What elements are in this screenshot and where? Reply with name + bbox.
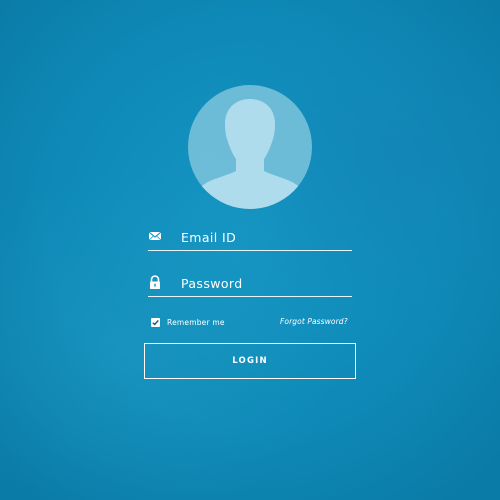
login-panel: Remember me Forgot Password? LOGIN <box>0 0 500 500</box>
forgot-password-link[interactable]: Forgot Password? <box>280 316 348 328</box>
checkbox-box[interactable] <box>151 317 160 327</box>
email-field <box>148 220 352 251</box>
login-button[interactable]: LOGIN <box>144 343 356 379</box>
remember-me-checkbox[interactable]: Remember me <box>151 316 225 328</box>
remember-me-label: Remember me <box>167 317 225 327</box>
padlock-icon <box>148 275 162 289</box>
envelope-icon <box>148 229 162 243</box>
email-input[interactable] <box>181 227 349 247</box>
user-silhouette-icon <box>192 99 308 209</box>
avatar <box>188 85 312 209</box>
password-field <box>148 266 352 297</box>
password-input[interactable] <box>181 273 349 293</box>
checkmark-icon <box>152 319 159 326</box>
